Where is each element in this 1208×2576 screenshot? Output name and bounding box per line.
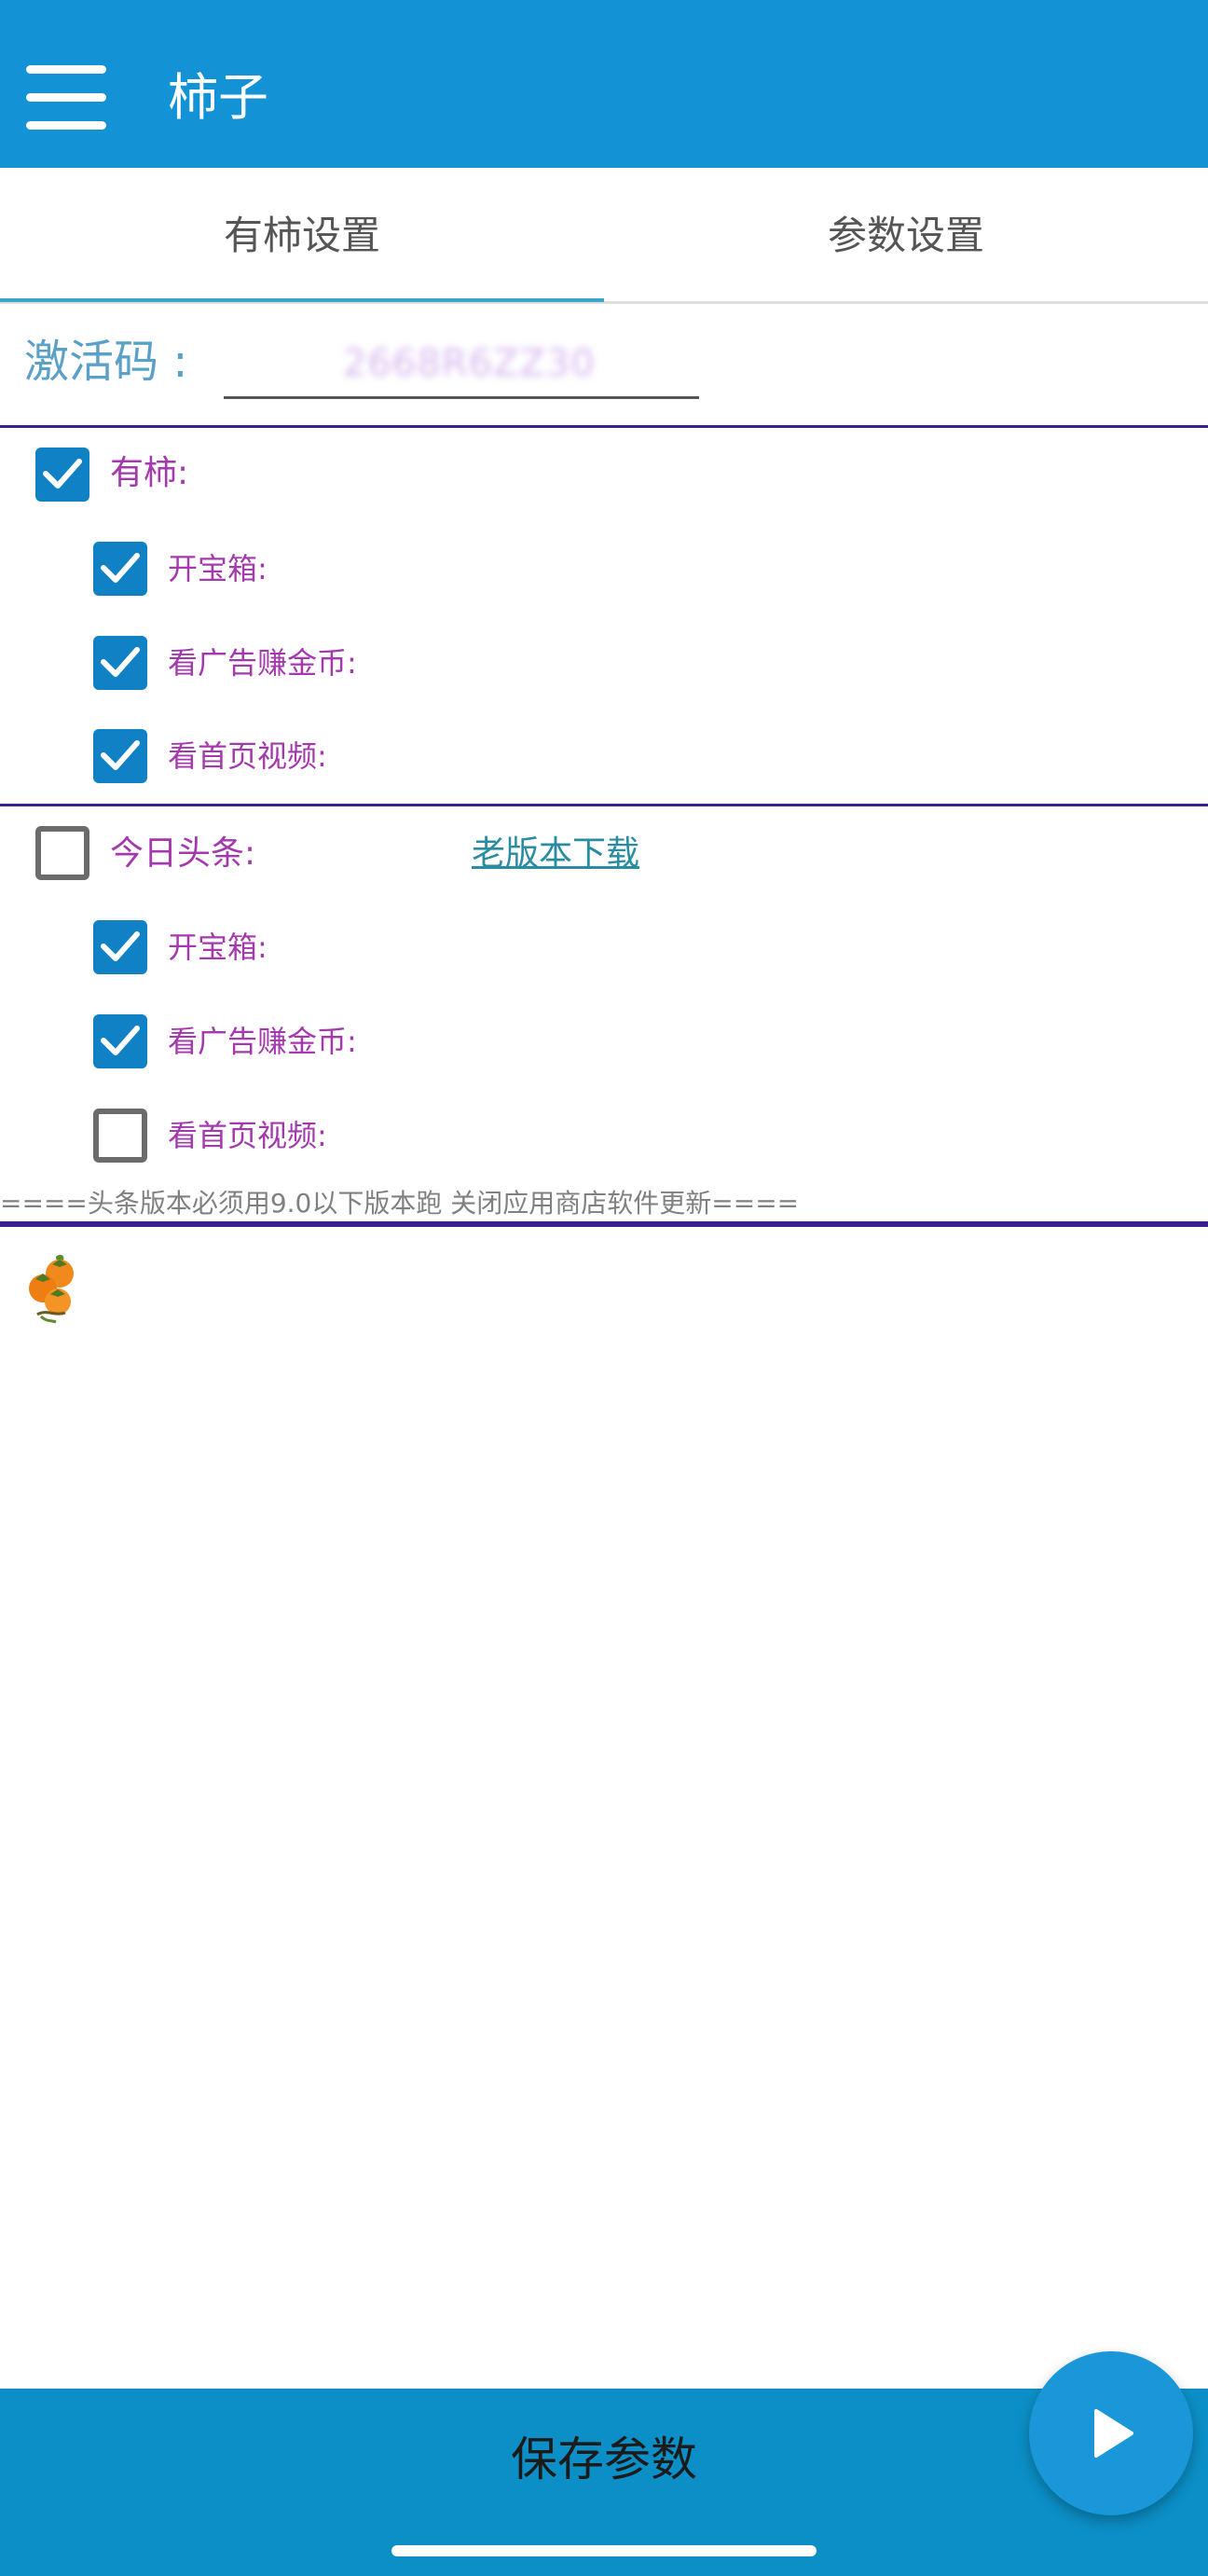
toutiao-open-chest-label: 开宝箱: [168, 930, 268, 965]
tab-indicator [0, 298, 604, 302]
app-bar: 柿子 [0, 0, 1208, 168]
version-note: ====头条版本必须用9.0以下版本跑 关闭应用商店软件更新==== [0, 1188, 800, 1219]
tab-youshi-settings[interactable]: 有柿设置 [0, 168, 604, 304]
toutiao-label: 今日头条: [110, 834, 256, 873]
check-icon [101, 553, 140, 583]
tab-parameter-settings[interactable]: 参数设置 [604, 168, 1208, 304]
activation-label: 激活码 : [24, 336, 188, 388]
youshi-checkbox[interactable] [35, 448, 89, 502]
youshi-watch-ads-checkbox[interactable] [93, 636, 147, 690]
check-icon [101, 647, 140, 677]
toutiao-home-video-checkbox[interactable] [93, 1109, 147, 1163]
check-icon [101, 740, 140, 770]
start-button[interactable] [1029, 2351, 1193, 2515]
check-icon [101, 1026, 140, 1055]
section-divider-bold [0, 1221, 1208, 1227]
check-icon [101, 931, 140, 961]
tab-bar: 有柿设置 参数设置 [0, 168, 1208, 304]
toutiao-home-video-label: 看首页视频: [168, 1118, 327, 1153]
toutiao-open-chest-checkbox[interactable] [93, 920, 147, 974]
youshi-open-chest-checkbox[interactable] [93, 542, 147, 596]
save-parameters-button[interactable]: 保存参数 [0, 2389, 1208, 2530]
home-indicator[interactable] [391, 2545, 817, 2556]
youshi-open-chest-label: 开宝箱: [168, 551, 268, 586]
section-divider [0, 804, 1208, 806]
activation-code-value: 2668R6ZZ30 [343, 342, 596, 385]
youshi-home-video-label: 看首页视频: [168, 738, 327, 774]
menu-icon[interactable] [26, 65, 108, 131]
youshi-home-video-checkbox[interactable] [93, 729, 147, 783]
toutiao-checkbox[interactable] [35, 826, 89, 880]
check-icon [43, 459, 82, 489]
activation-code-input[interactable]: 2668R6ZZ30 [224, 328, 699, 399]
section-divider [0, 425, 1208, 428]
play-icon [1094, 2409, 1133, 2458]
youshi-label: 有柿: [110, 454, 189, 492]
persimmon-icon [29, 1254, 74, 1324]
save-parameters-label: 保存参数 [511, 2432, 697, 2486]
youshi-watch-ads-label: 看广告赚金币: [168, 645, 357, 681]
old-version-download-link[interactable]: 老版本下载 [472, 832, 639, 876]
app-title: 柿子 [168, 68, 268, 127]
toutiao-watch-ads-label: 看广告赚金币: [168, 1024, 357, 1059]
toutiao-watch-ads-checkbox[interactable] [93, 1014, 147, 1068]
